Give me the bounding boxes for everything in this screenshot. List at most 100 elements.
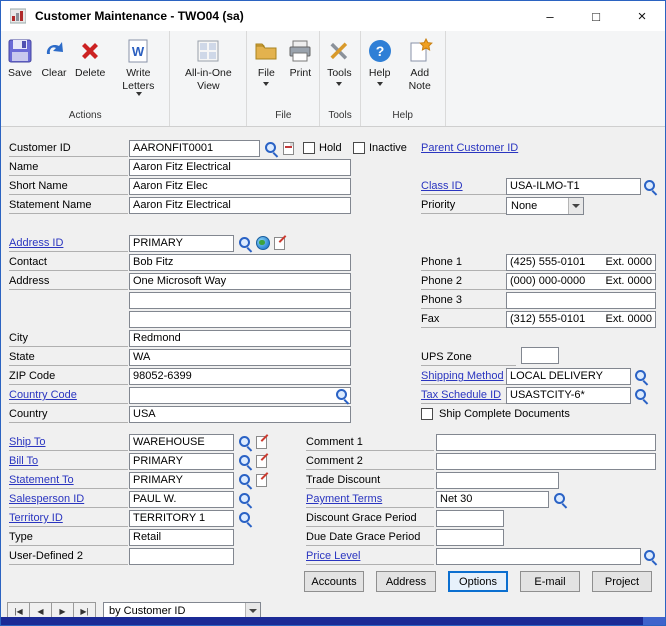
close-button[interactable]: × [619,1,665,31]
comment-1-field[interactable] [436,434,656,451]
price-level-lookup-icon[interactable] [642,549,658,565]
address-id-field[interactable]: PRIMARY [129,235,234,252]
bill-to-note-icon[interactable] [256,455,267,468]
project-button[interactable]: Project [592,571,652,592]
toolbar-group-label-help: Help [361,109,445,126]
maximize-button[interactable]: □ [573,1,619,31]
country-code-field[interactable] [129,387,351,404]
address-label: Address [9,273,128,290]
ups-zone-field[interactable] [521,347,559,364]
folder-icon [253,37,279,65]
phone2-field[interactable]: (000) 000-0000Ext. 0000 [506,273,656,290]
bill-to-field[interactable]: PRIMARY [129,453,234,470]
shipping-method-link[interactable]: Shipping Method [421,368,506,385]
phone1-field[interactable]: (425) 555-0101Ext. 0000 [506,254,656,271]
payment-terms-link[interactable]: Payment Terms [306,491,434,508]
save-button[interactable]: Save [3,35,37,82]
all-in-one-view-button[interactable]: All-in-One View [172,35,244,94]
file-button[interactable]: File [249,35,283,88]
class-id-lookup-icon[interactable] [642,179,658,195]
payment-terms-lookup-icon[interactable] [552,492,568,508]
parent-customer-id-link[interactable]: Parent Customer ID [421,140,518,157]
zip-code-field[interactable]: 98052-6399 [129,368,351,385]
country-code-link[interactable]: Country Code [9,387,128,404]
help-icon: ? [367,37,393,65]
customer-id-lookup-icon[interactable] [263,141,279,157]
discount-grace-period-field[interactable] [436,510,504,527]
name-field[interactable]: Aaron Fitz Electrical [129,159,351,176]
customer-note-icon[interactable] [283,142,294,155]
tax-schedule-link[interactable]: Tax Schedule ID [421,387,506,404]
address-id-link[interactable]: Address ID [9,235,128,252]
salesperson-lookup-icon[interactable] [237,492,253,508]
address-id-lookup-icon[interactable] [237,236,253,252]
trade-discount-field[interactable] [436,472,559,489]
inactive-checkbox[interactable] [353,142,365,154]
ship-complete-checkbox[interactable] [421,408,433,420]
contact-field[interactable]: Bob Fitz [129,254,351,271]
tax-schedule-field[interactable]: USASTCITY-6* [506,387,631,404]
customer-id-field[interactable]: AARONFIT0001 [129,140,260,157]
ship-to-link[interactable]: Ship To [9,434,128,451]
tools-button[interactable]: Tools [322,35,356,88]
country-code-lookup-icon[interactable] [334,388,350,404]
statement-to-link[interactable]: Statement To [9,472,128,489]
write-letters-button[interactable]: W Write Letters [109,35,167,98]
clear-button[interactable]: Clear [37,35,71,82]
add-note-button[interactable]: Add Note [397,35,443,94]
shipping-method-lookup-icon[interactable] [633,369,649,385]
statement-to-field[interactable]: PRIMARY [129,472,234,489]
save-icon [7,37,33,65]
user-defined-2-field[interactable] [129,548,234,565]
statement-name-field[interactable]: Aaron Fitz Electrical [129,197,351,214]
state-field[interactable]: WA [129,349,351,366]
map-globe-icon[interactable] [256,236,270,250]
address-line3-field[interactable] [129,311,351,328]
bill-to-link[interactable]: Bill To [9,453,128,470]
accounts-button[interactable]: Accounts [304,571,364,592]
delete-button[interactable]: Delete [71,35,109,82]
city-field[interactable]: Redmond [129,330,351,347]
type-field[interactable]: Retail [129,529,234,546]
minimize-button[interactable]: – [527,1,573,31]
hold-checkbox[interactable] [303,142,315,154]
resize-grip[interactable] [643,617,665,625]
price-level-field[interactable] [436,548,641,565]
territory-id-link[interactable]: Territory ID [9,510,128,527]
class-id-link[interactable]: Class ID [421,178,506,195]
territory-lookup-icon[interactable] [237,511,253,527]
email-button[interactable]: E-mail [520,571,580,592]
title-bar: Customer Maintenance - TWO04 (sa) – □ × [1,1,665,31]
ship-to-note-icon[interactable] [256,436,267,449]
address-line2-field[interactable] [129,292,351,309]
territory-id-field[interactable]: TERRITORY 1 [129,510,234,527]
price-level-link[interactable]: Price Level [306,548,434,565]
payment-terms-field[interactable]: Net 30 [436,491,549,508]
tax-schedule-lookup-icon[interactable] [633,388,649,404]
statement-to-note-icon[interactable] [256,474,267,487]
comment-2-field[interactable] [436,453,656,470]
salesperson-id-field[interactable]: PAUL W. [129,491,234,508]
salesperson-id-link[interactable]: Salesperson ID [9,491,128,508]
help-button[interactable]: ? Help [363,35,397,88]
address-line1-field[interactable]: One Microsoft Way [129,273,351,290]
statement-to-lookup-icon[interactable] [237,473,253,489]
shipping-method-field[interactable]: LOCAL DELIVERY [506,368,631,385]
address-button[interactable]: Address [376,571,436,592]
bill-to-lookup-icon[interactable] [237,454,253,470]
toolbar-group-view: All-in-One View [170,31,247,126]
fax-field[interactable]: (312) 555-0101Ext. 0000 [506,311,656,328]
class-id-field[interactable]: USA-ILMO-T1 [506,178,641,195]
ship-to-lookup-icon[interactable] [237,435,253,451]
ship-to-field[interactable]: WAREHOUSE [129,434,234,451]
customer-id-label: Customer ID [9,140,128,157]
due-date-grace-period-field[interactable] [436,529,504,546]
print-button[interactable]: Print [283,35,317,82]
country-field[interactable]: USA [129,406,351,423]
options-button[interactable]: Options [448,571,508,592]
address-note-icon[interactable] [274,237,285,250]
phone3-field[interactable] [506,292,656,309]
short-name-field[interactable]: Aaron Fitz Elec [129,178,351,195]
priority-select[interactable]: None [506,197,584,215]
toolbar-group-label-file: File [247,109,319,126]
